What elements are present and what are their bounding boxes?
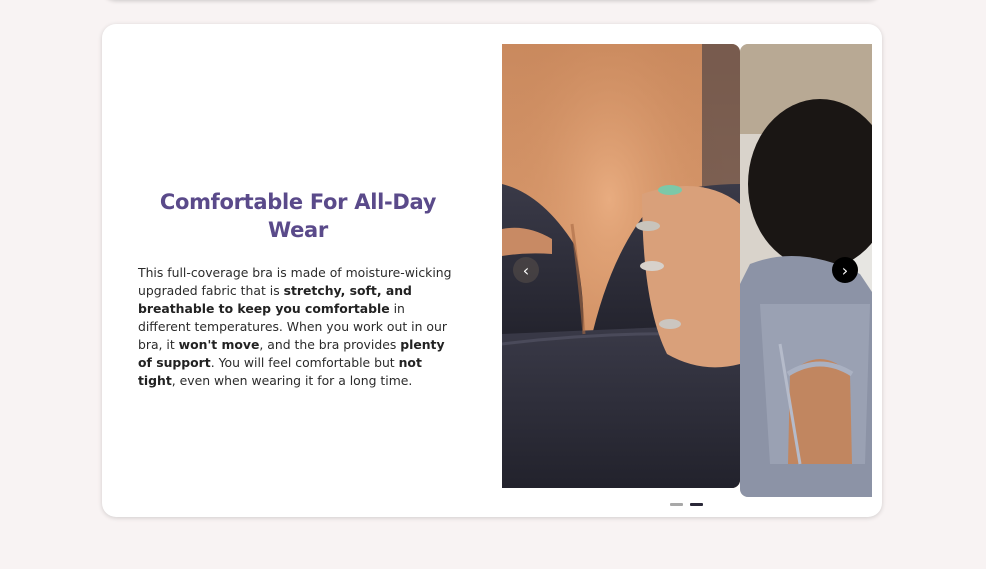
body-text: , even when wearing it for a long time. — [171, 373, 413, 388]
carousel-next-button[interactable]: › — [832, 257, 858, 283]
carousel-dot[interactable] — [690, 503, 703, 506]
carousel-dot[interactable] — [670, 503, 683, 506]
feature-text: Comfortable For All-Day Wear This full-c… — [138, 188, 458, 390]
image-carousel[interactable] — [502, 44, 872, 497]
feature-description: This full-coverage bra is made of moistu… — [138, 264, 458, 390]
highlight-text: won't move — [178, 337, 260, 352]
carousel-pagination — [670, 503, 703, 506]
carousel-prev-button[interactable]: ‹ — [513, 257, 539, 283]
body-text: , and the bra provides — [259, 337, 401, 352]
chevron-left-icon: ‹ — [522, 260, 530, 280]
feature-card: Comfortable For All-Day Wear This full-c… — [102, 24, 882, 517]
body-text: . You will feel comfortable but — [210, 355, 399, 370]
feature-heading: Comfortable For All-Day Wear — [159, 190, 437, 242]
chevron-right-icon: › — [841, 260, 849, 280]
